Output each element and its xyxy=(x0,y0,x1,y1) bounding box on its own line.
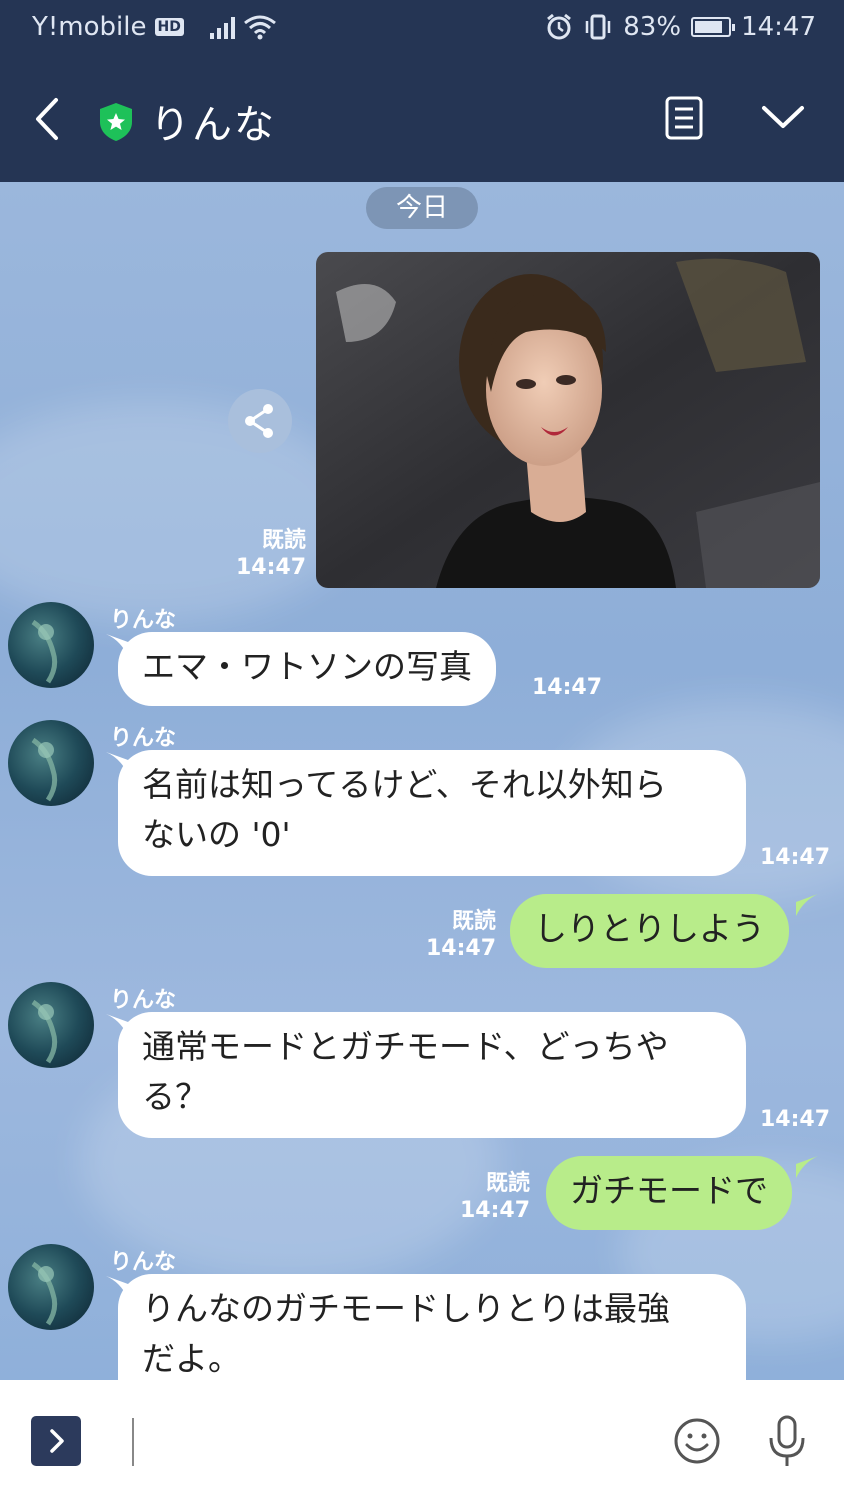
microphone-icon[interactable] xyxy=(766,1414,808,1470)
message-text-line: だよ。 xyxy=(142,1339,241,1378)
incoming-message[interactable]: 通常モードとガチモード、どっちや る？ xyxy=(118,1012,746,1138)
status-bar: Y!mobile HD 83% 14:47 xyxy=(0,0,844,60)
chat-title[interactable]: りんな xyxy=(150,92,276,150)
sender-name: りんな xyxy=(110,988,177,1013)
message-text: エマ・ワトソンの写真 xyxy=(142,647,472,686)
message-text-line: 名前は知ってるけど、それ以外知ら xyxy=(142,765,667,804)
battery-percent: 83% xyxy=(623,12,682,42)
expand-button[interactable] xyxy=(31,1416,81,1466)
hd-badge: HD xyxy=(154,18,184,36)
vibrate-icon xyxy=(586,14,611,40)
read-receipt: 既読 xyxy=(451,909,496,934)
message-time: 14:47 xyxy=(532,675,603,700)
shield-star-icon xyxy=(100,103,132,141)
message-time: 14:47 xyxy=(760,1107,831,1132)
photo-image xyxy=(316,252,820,588)
chat-header: りんな xyxy=(0,60,844,182)
incoming-message[interactable]: エマ・ワトソンの写真 xyxy=(118,632,496,706)
message-text-line: 通常モードとガチモード、どっちや xyxy=(142,1027,669,1066)
message-input[interactable] xyxy=(132,1418,134,1466)
notes-icon[interactable] xyxy=(664,96,704,140)
message-time: 14:47 xyxy=(460,1198,531,1223)
incoming-message[interactable]: 名前は知ってるけど、それ以外知ら ないの '0' xyxy=(118,750,746,876)
outgoing-message[interactable]: ガチモードで xyxy=(546,1156,792,1230)
read-receipt: 既読 xyxy=(485,1171,530,1196)
message-text-line: ないの '0' xyxy=(142,815,291,854)
message-text: しりとりしよう xyxy=(534,909,765,948)
chevron-right-icon xyxy=(50,1429,64,1453)
share-icon xyxy=(245,404,273,438)
message-time: 14:47 xyxy=(426,936,497,961)
wifi-icon xyxy=(243,15,276,40)
date-separator: 今日 xyxy=(366,187,478,229)
avatar[interactable] xyxy=(8,720,94,806)
carrier-label: Y!mobile xyxy=(32,12,147,42)
sender-name: りんな xyxy=(110,608,177,633)
message-meta: 既読 14:47 xyxy=(460,1170,530,1224)
bubble-tail xyxy=(796,894,818,916)
battery-icon xyxy=(691,17,736,37)
share-button[interactable] xyxy=(228,389,292,453)
alarm-icon xyxy=(547,13,572,40)
message-text-line: る？ xyxy=(142,1077,208,1116)
bubble-tail xyxy=(796,1156,818,1178)
read-receipt: 既読 xyxy=(261,528,306,553)
incoming-message[interactable]: りんなのガチモードしりとりは最強 だよ。 xyxy=(118,1274,746,1380)
sender-name: りんな xyxy=(110,726,177,751)
message-text: ガチモードで xyxy=(570,1171,768,1210)
sender-name: りんな xyxy=(110,1250,177,1275)
back-button[interactable] xyxy=(30,94,70,144)
avatar[interactable] xyxy=(8,1244,94,1330)
message-text-line: りんなのガチモードしりとりは最強 xyxy=(142,1289,670,1328)
message-time: 14:47 xyxy=(760,845,831,870)
message-meta: 既読 14:47 xyxy=(236,527,306,581)
signal-icon xyxy=(209,15,235,39)
message-meta: 既読 14:47 xyxy=(426,908,496,962)
smiley-icon[interactable] xyxy=(672,1416,722,1466)
input-bar xyxy=(0,1380,844,1500)
chat-area[interactable]: 今日 既読 14:47 りんな エマ・ワトソンの写真 14:47 りんな 名前は… xyxy=(0,182,844,1380)
outgoing-message[interactable]: しりとりしよう xyxy=(510,894,789,968)
avatar[interactable] xyxy=(8,982,94,1068)
chevron-down-icon[interactable] xyxy=(760,102,806,132)
status-time: 14:47 xyxy=(741,12,816,42)
photo-message[interactable] xyxy=(316,252,820,588)
avatar[interactable] xyxy=(8,602,94,688)
message-time: 14:47 xyxy=(236,555,307,580)
